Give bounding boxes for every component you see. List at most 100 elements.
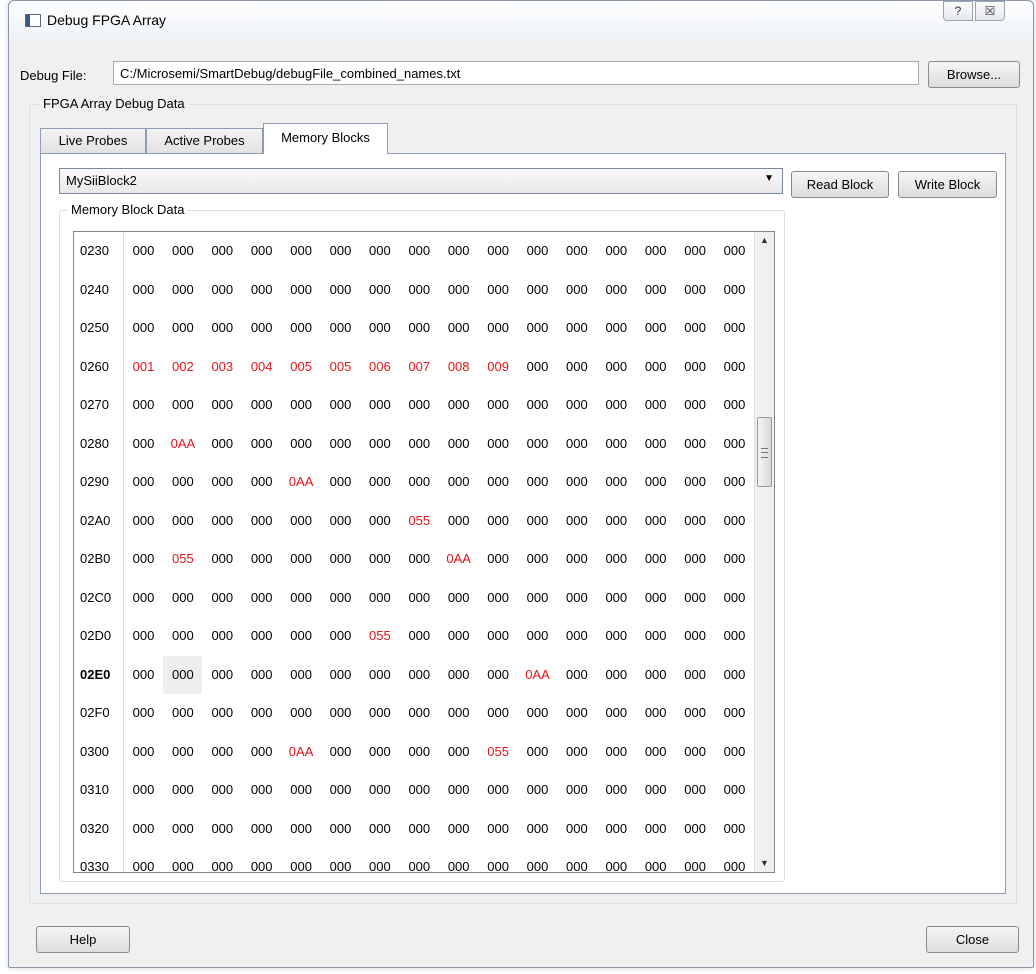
memory-cell[interactable]: 000 (597, 733, 636, 772)
memory-cell[interactable]: 000 (518, 502, 557, 541)
memory-cell[interactable]: 000 (321, 617, 360, 656)
memory-cell[interactable]: 000 (715, 386, 754, 425)
memory-cell[interactable]: 000 (242, 848, 281, 872)
memory-cell[interactable]: 000 (479, 232, 518, 271)
browse-button[interactable]: Browse... (928, 61, 1020, 88)
memory-cell[interactable]: 000 (400, 386, 439, 425)
memory-cell[interactable]: 000 (400, 232, 439, 271)
memory-cell[interactable]: 000 (203, 271, 242, 310)
help-question-button[interactable]: ? (943, 1, 973, 21)
memory-cell[interactable]: 000 (242, 733, 281, 772)
memory-cell[interactable]: 000 (518, 848, 557, 872)
memory-cell[interactable]: 000 (518, 540, 557, 579)
memory-cell[interactable]: 000 (479, 694, 518, 733)
memory-cell[interactable]: 000 (360, 386, 399, 425)
memory-cell[interactable]: 000 (400, 771, 439, 810)
memory-cell[interactable]: 000 (282, 656, 321, 695)
memory-cell[interactable]: 000 (321, 656, 360, 695)
memory-cell[interactable]: 000 (282, 271, 321, 310)
row-address[interactable]: 0260 (74, 347, 124, 386)
row-address[interactable]: 0330 (74, 848, 124, 872)
memory-cell[interactable]: 000 (124, 271, 163, 310)
memory-cell[interactable]: 000 (242, 579, 281, 618)
memory-cell[interactable]: 000 (282, 386, 321, 425)
memory-cell[interactable]: 000 (557, 309, 596, 348)
memory-cell[interactable]: 000 (203, 386, 242, 425)
memory-cell[interactable]: 000 (479, 848, 518, 872)
memory-cell[interactable]: 000 (439, 771, 478, 810)
memory-cell[interactable]: 000 (715, 617, 754, 656)
memory-cell[interactable]: 000 (360, 810, 399, 849)
memory-cell[interactable]: 000 (321, 848, 360, 872)
memory-cell[interactable]: 000 (400, 656, 439, 695)
write-block-button[interactable]: Write Block (898, 171, 997, 198)
row-address[interactable]: 02E0 (74, 655, 124, 694)
memory-cell[interactable]: 000 (439, 425, 478, 464)
memory-cell[interactable]: 000 (203, 232, 242, 271)
memory-cell[interactable]: 000 (163, 271, 202, 310)
row-address[interactable]: 02B0 (74, 540, 124, 579)
memory-cell[interactable]: 000 (439, 309, 478, 348)
memory-cell[interactable]: 000 (203, 810, 242, 849)
memory-cell[interactable]: 000 (321, 810, 360, 849)
row-address[interactable]: 0270 (74, 386, 124, 425)
memory-cell[interactable]: 000 (597, 694, 636, 733)
arrow-down-icon[interactable]: ▼ (755, 855, 774, 872)
memory-cell[interactable]: 000 (676, 348, 715, 387)
tab-live-probes[interactable]: Live Probes (40, 128, 146, 153)
memory-cell[interactable]: 000 (282, 771, 321, 810)
memory-cell[interactable]: 000 (439, 810, 478, 849)
memory-cell[interactable]: 000 (479, 540, 518, 579)
tab-active-probes[interactable]: Active Probes (146, 128, 263, 153)
memory-cell[interactable]: 000 (203, 617, 242, 656)
memory-cell[interactable]: 009 (479, 348, 518, 387)
memory-cell[interactable]: 000 (282, 617, 321, 656)
memory-cell[interactable]: 000 (242, 271, 281, 310)
memory-cell[interactable]: 000 (676, 309, 715, 348)
memory-cell[interactable]: 055 (163, 540, 202, 579)
memory-cell[interactable]: 000 (360, 579, 399, 618)
memory-cell[interactable]: 000 (636, 579, 675, 618)
memory-cell[interactable]: 000 (400, 309, 439, 348)
memory-cell[interactable]: 000 (676, 232, 715, 271)
memory-cell[interactable]: 055 (360, 617, 399, 656)
memory-cell[interactable]: 000 (321, 463, 360, 502)
memory-cell[interactable]: 000 (321, 386, 360, 425)
memory-cell[interactable]: 000 (636, 656, 675, 695)
memory-cell[interactable]: 000 (360, 502, 399, 541)
memory-cell[interactable]: 000 (597, 348, 636, 387)
memory-cell[interactable]: 000 (400, 694, 439, 733)
memory-cell[interactable]: 002 (163, 348, 202, 387)
memory-cell[interactable]: 006 (360, 348, 399, 387)
memory-cell[interactable]: 000 (636, 463, 675, 502)
memory-cell[interactable]: 000 (124, 309, 163, 348)
memory-cell[interactable]: 000 (518, 617, 557, 656)
memory-cell[interactable]: 000 (479, 579, 518, 618)
memory-cell[interactable]: 000 (203, 502, 242, 541)
memory-cell[interactable]: 000 (439, 848, 478, 872)
memory-cell[interactable]: 000 (203, 848, 242, 872)
memory-cell[interactable]: 000 (282, 502, 321, 541)
memory-cell[interactable]: 000 (636, 386, 675, 425)
row-address[interactable]: 02F0 (74, 694, 124, 733)
memory-cell[interactable]: 000 (518, 271, 557, 310)
memory-cell[interactable]: 000 (282, 694, 321, 733)
memory-cell[interactable]: 000 (400, 540, 439, 579)
memory-cell[interactable]: 000 (242, 463, 281, 502)
memory-cell[interactable]: 000 (163, 463, 202, 502)
memory-cell[interactable]: 000 (400, 617, 439, 656)
memory-cell[interactable]: 000 (124, 386, 163, 425)
row-address[interactable]: 0280 (74, 424, 124, 463)
memory-cell[interactable]: 000 (597, 810, 636, 849)
memory-cell[interactable]: 000 (321, 502, 360, 541)
memory-cell[interactable]: 000 (676, 771, 715, 810)
memory-cell[interactable]: 000 (439, 502, 478, 541)
memory-cell[interactable]: 000 (439, 463, 478, 502)
memory-cell[interactable]: 000 (715, 425, 754, 464)
memory-cell[interactable]: 000 (242, 771, 281, 810)
memory-cell[interactable]: 000 (518, 733, 557, 772)
help-button[interactable]: Help (36, 926, 130, 953)
memory-cell[interactable]: 000 (242, 309, 281, 348)
memory-cell[interactable]: 0AA (282, 733, 321, 772)
memory-cell[interactable]: 001 (124, 348, 163, 387)
